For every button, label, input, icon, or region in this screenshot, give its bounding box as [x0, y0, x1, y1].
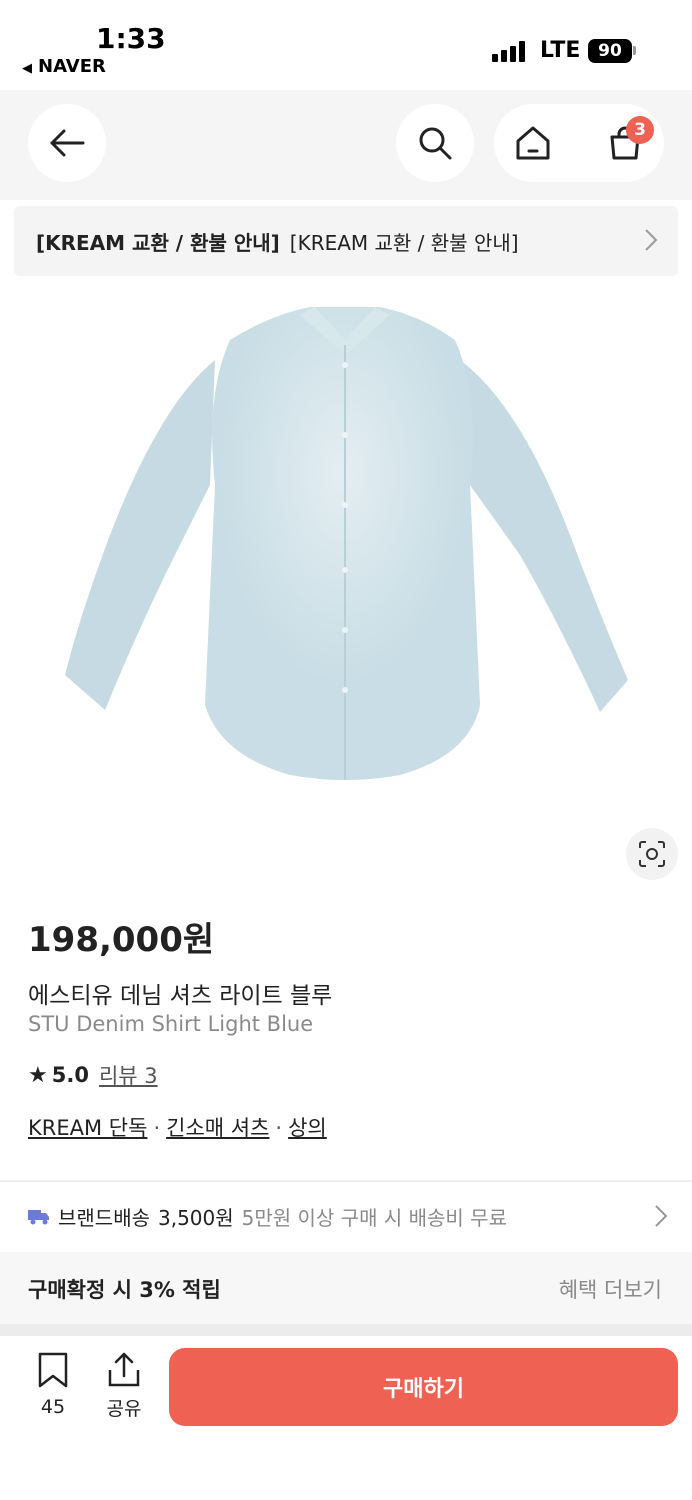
- status-time: 1:33: [96, 22, 166, 55]
- star-icon: ★: [28, 1062, 48, 1088]
- rating-score: 5.0: [51, 1063, 89, 1087]
- image-search-button[interactable]: [626, 828, 678, 880]
- delivery-fee: 3,500원: [158, 1206, 234, 1230]
- free-shipping-note: 5만원 이상 구매 시 배송비 무료: [241, 1206, 507, 1230]
- search-button[interactable]: [396, 104, 474, 182]
- battery-icon: 90: [588, 39, 632, 63]
- signal-icon: [492, 40, 528, 62]
- product-image[interactable]: [0, 285, 692, 815]
- section-gap: [0, 1324, 692, 1336]
- category-tags: KREAM 단독 · 긴소매 셔츠 · 상의: [28, 1112, 327, 1142]
- lens-icon: [639, 841, 665, 867]
- truck-icon: [28, 1209, 49, 1224]
- battery-nub: [633, 46, 636, 55]
- delivery-info-row[interactable]: 브랜드배송 3,500원 5만원 이상 구매 시 배송비 무료: [28, 1202, 668, 1231]
- home-icon: [516, 126, 550, 160]
- arrow-left-icon: [50, 129, 85, 157]
- product-price: 198,000원: [28, 920, 215, 960]
- chevron-right-icon: [655, 1205, 668, 1227]
- back-button[interactable]: [28, 104, 106, 182]
- review-link[interactable]: 리뷰 3: [99, 1060, 158, 1090]
- share-label: 공유: [106, 1398, 142, 1420]
- bookmark-button[interactable]: 45: [30, 1352, 76, 1418]
- tag-link[interactable]: 상의: [288, 1116, 327, 1140]
- chevron-right-icon: [645, 229, 658, 251]
- delivery-label: 브랜드배송: [58, 1206, 150, 1230]
- bookmark-icon: [38, 1352, 68, 1388]
- cart-button[interactable]: [586, 104, 664, 182]
- tag-separator: ·: [153, 1116, 161, 1140]
- network-label: LTE: [540, 38, 581, 63]
- back-to-app-link[interactable]: ◀ NAVER: [22, 56, 106, 77]
- benefit-row: 구매확정 시 3% 적립 혜택 더보기: [0, 1252, 692, 1324]
- exchange-refund-notice[interactable]: [KREAM 교환 / 환불 안내] [KREAM 교환 / 환불 안내]: [14, 206, 678, 276]
- share-icon: [108, 1352, 140, 1387]
- status-bar: 1:33 ◀ NAVER LTE 90: [0, 0, 692, 90]
- back-app-label: NAVER: [38, 56, 106, 77]
- product-name-korean: 에스티유 데님 셔츠 라이트 블루: [28, 983, 333, 1009]
- tag-link[interactable]: 긴소매 셔츠: [166, 1116, 269, 1140]
- back-triangle-icon: ◀: [22, 61, 32, 76]
- rating-row: ★ 5.0 리뷰 3: [28, 1060, 158, 1090]
- points-text: 구매확정 시 3% 적립: [28, 1278, 221, 1302]
- tag-separator: ·: [275, 1116, 283, 1140]
- buy-button[interactable]: 구매하기: [169, 1348, 678, 1426]
- tag-link[interactable]: KREAM 단독: [28, 1116, 147, 1140]
- search-icon: [419, 127, 452, 160]
- share-button[interactable]: 공유: [100, 1352, 148, 1421]
- product-name-english: STU Denim Shirt Light Blue: [28, 1012, 314, 1036]
- home-button[interactable]: [494, 104, 572, 182]
- section-divider: [0, 1180, 692, 1182]
- more-benefits-link[interactable]: 혜택 더보기: [559, 1274, 662, 1304]
- bookmark-count: 45: [40, 1396, 66, 1418]
- notice-title: [KREAM 교환 / 환불 안내]: [36, 230, 280, 255]
- cart-count-badge: 3: [626, 116, 654, 144]
- notice-text: [KREAM 교환 / 환불 안내]: [289, 230, 519, 255]
